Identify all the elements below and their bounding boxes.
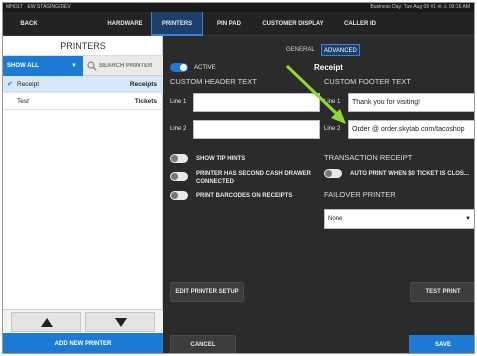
search-icon (87, 61, 97, 71)
print-barcodes-toggle[interactable] (170, 191, 188, 200)
scroll-down-button[interactable] (85, 312, 155, 332)
printers-panel: PRINTERS SHOW ALL ▼ ✔ Receipt Receipts T… (3, 36, 163, 353)
tab-general[interactable]: GENERAL (284, 44, 317, 56)
show-all-label: SHOW ALL (7, 63, 39, 69)
printers-title: PRINTERS (3, 36, 163, 56)
search-printer-input[interactable] (99, 59, 161, 73)
toggle-knob (171, 173, 178, 180)
transaction-receipt-title: TRANSACTION RECEIPT (324, 153, 413, 162)
triangle-up-icon (41, 318, 53, 327)
check-icon: ✔ (7, 81, 13, 88)
toggle-knob (171, 192, 178, 199)
printer-type: Tickets (134, 98, 157, 105)
header-line1-label: Line 1 (170, 99, 187, 105)
auto-print-toggle[interactable] (324, 169, 342, 178)
status-left-text: MHOLT · EW STAGING/DEV (6, 4, 71, 10)
printer-settings-panel: GENERAL ADVANCED ACTIVE Receipt CUSTOM H… (164, 36, 474, 353)
printer-name: Receipt (17, 81, 40, 88)
active-toggle[interactable] (170, 63, 188, 72)
failover-printer-title: FAILOVER PRINTER (324, 190, 396, 199)
failover-printer-select[interactable]: None ▼ (324, 209, 474, 229)
footer-line2-input[interactable]: Order @ order.skytab.com/tacoshop (348, 120, 474, 139)
toggle-knob (325, 170, 332, 177)
toggle-knob (171, 155, 178, 162)
edit-printer-setup-button[interactable]: EDIT PRINTER SETUP (170, 282, 244, 302)
printer-type: Receipts (129, 81, 157, 88)
caret-down-icon: ▼ (465, 216, 471, 222)
footer-line1-label: Line 1 (324, 99, 341, 105)
header-line2-label: Line 2 (170, 126, 187, 132)
tab-hardware[interactable]: HARDWARE (99, 12, 151, 36)
second-cash-drawer-toggle[interactable] (170, 172, 188, 181)
printer-row-receipt[interactable]: ✔ Receipt Receipts (3, 76, 163, 93)
tab-advanced[interactable]: ADVANCED (321, 44, 360, 56)
second-cash-drawer-label: PRINTER HAS SECOND CASH DRAWER CONNECTED (196, 171, 312, 185)
top-navigation: BACK HARDWARE PRINTERS PIN PAD CUSTOMER … (3, 12, 474, 36)
save-button[interactable]: SAVE (409, 335, 474, 353)
add-new-printer-button[interactable]: ADD NEW PRINTER (3, 333, 163, 353)
test-print-button[interactable]: TEST PRINT (410, 282, 474, 302)
status-bar: MHOLT · EW STAGING/DEV Business Day: Tue… (3, 3, 474, 12)
active-label: ACTIVE (194, 65, 216, 71)
show-tip-hints-label: SHOW TIP HINTS (196, 156, 246, 162)
custom-header-title: CUSTOM HEADER TEXT (170, 77, 257, 86)
tab-pin-pad[interactable]: PIN PAD (205, 12, 253, 36)
app-window: MHOLT · EW STAGING/DEV Business Day: Tue… (2, 2, 475, 354)
show-tip-hints-toggle[interactable] (170, 154, 188, 163)
tab-customer-display[interactable]: CUSTOMER DISPLAY (253, 12, 333, 36)
show-all-dropdown[interactable]: SHOW ALL ▼ (3, 56, 83, 76)
print-barcodes-label: PRINT BARCODES ON RECEIPTS (196, 193, 293, 199)
triangle-down-icon (115, 318, 127, 327)
scroll-up-button[interactable] (11, 312, 81, 332)
status-right-text: Business Day: Tue Aug 09 #1 ✉ ⚠ 09:16 AM (370, 4, 470, 10)
printer-list: ✔ Receipt Receipts Test Tickets (3, 76, 163, 110)
tab-printers[interactable]: PRINTERS (151, 12, 203, 36)
auto-print-label: AUTO PRINT WHEN $0 TICKET IS CLOS... (350, 171, 469, 177)
back-button[interactable]: BACK (3, 12, 55, 36)
printer-row-test[interactable]: Test Tickets (3, 93, 163, 110)
header-line1-input[interactable] (193, 93, 320, 112)
printer-name: Test (17, 98, 29, 105)
list-navigation (3, 309, 163, 333)
header-line2-input[interactable] (193, 120, 320, 139)
cancel-button[interactable]: CANCEL (170, 335, 236, 353)
footer-line1-input[interactable]: Thank you for visiting! (348, 93, 474, 112)
failover-printer-value: None (328, 216, 343, 222)
tab-caller-id[interactable]: CALLER ID (333, 12, 387, 36)
toggle-knob (180, 64, 187, 71)
search-box[interactable] (83, 56, 163, 76)
printer-name-heading: Receipt (314, 63, 343, 72)
footer-line2-label: Line 2 (324, 126, 341, 132)
custom-footer-title: CUSTOM FOOTER TEXT (324, 77, 411, 86)
caret-down-icon: ▼ (71, 63, 77, 69)
